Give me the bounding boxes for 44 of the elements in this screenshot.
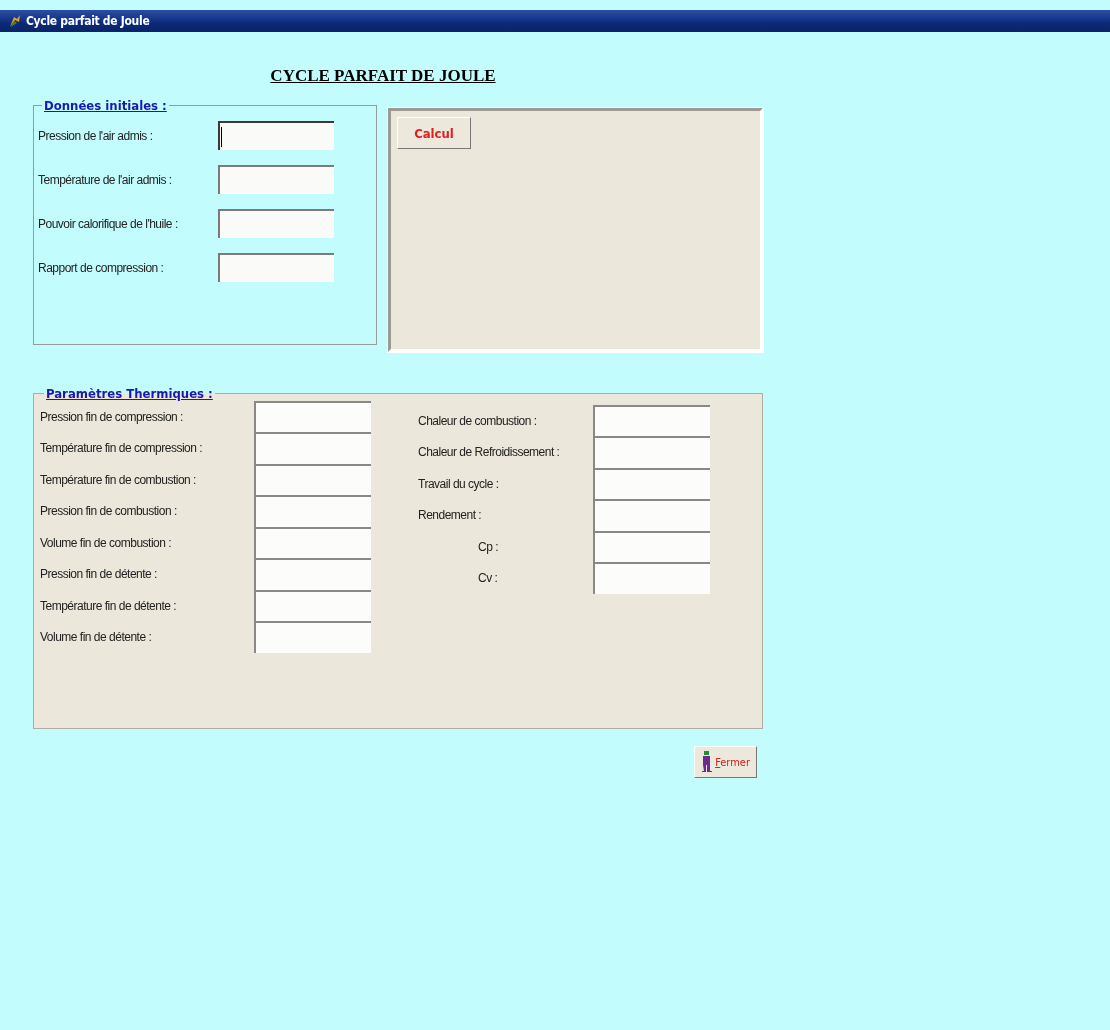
output-field[interactable] <box>593 404 710 437</box>
input-field[interactable] <box>218 121 334 150</box>
field-label: Température de l'air admis : <box>38 172 172 187</box>
input-field[interactable] <box>218 165 334 194</box>
field-label: Chaleur de Refroidissement : <box>418 445 560 460</box>
output-field[interactable] <box>593 467 710 500</box>
field-label: Température fin de combustion : <box>40 472 196 487</box>
field-label: Volume fin de détente : <box>40 630 152 645</box>
person-icon <box>701 751 714 773</box>
field-label: Pouvoir calorifique de l'huile : <box>38 216 178 231</box>
output-field[interactable] <box>254 463 371 496</box>
app-icon <box>8 14 22 28</box>
output-field[interactable] <box>593 499 710 532</box>
output-field[interactable] <box>254 589 371 622</box>
output-field[interactable] <box>593 530 710 563</box>
field-label: Température fin de détente : <box>40 598 177 613</box>
output-field[interactable] <box>254 495 371 528</box>
output-field[interactable] <box>254 558 371 591</box>
field-label: Cv : <box>478 571 498 586</box>
field-label: Pression de l'air admis : <box>38 128 153 143</box>
group-legend: Données initiales : <box>42 98 169 113</box>
field-label: Rendement : <box>418 508 482 523</box>
output-field[interactable] <box>593 562 710 595</box>
close-button[interactable]: Fermer <box>694 746 757 778</box>
output-field[interactable] <box>254 526 371 559</box>
field-label: Cp : <box>478 539 498 554</box>
input-field[interactable] <box>218 253 334 282</box>
field-label: Température fin de compression : <box>40 441 203 456</box>
group-legend: Paramètres Thermiques : <box>44 386 215 401</box>
calculate-button[interactable]: Calcul <box>397 117 471 149</box>
field-label: Pression fin de détente : <box>40 567 157 582</box>
field-label: Travail du cycle : <box>418 476 499 491</box>
output-field[interactable] <box>254 400 371 433</box>
field-label: Volume fin de combustion : <box>40 535 172 550</box>
field-label: Rapport de compression : <box>38 260 164 275</box>
input-field[interactable] <box>218 209 334 238</box>
window-title: Cycle parfait de Joule <box>26 14 150 28</box>
field-label: Chaleur de combustion : <box>418 413 537 428</box>
output-field[interactable] <box>254 432 371 465</box>
form-heading: CYCLE PARFAIT DE JOULE <box>270 66 496 86</box>
field-label: Pression fin de combustion : <box>40 504 177 519</box>
output-field[interactable] <box>254 621 371 654</box>
output-field[interactable] <box>593 436 710 469</box>
field-label: Pression fin de compression : <box>40 409 183 424</box>
